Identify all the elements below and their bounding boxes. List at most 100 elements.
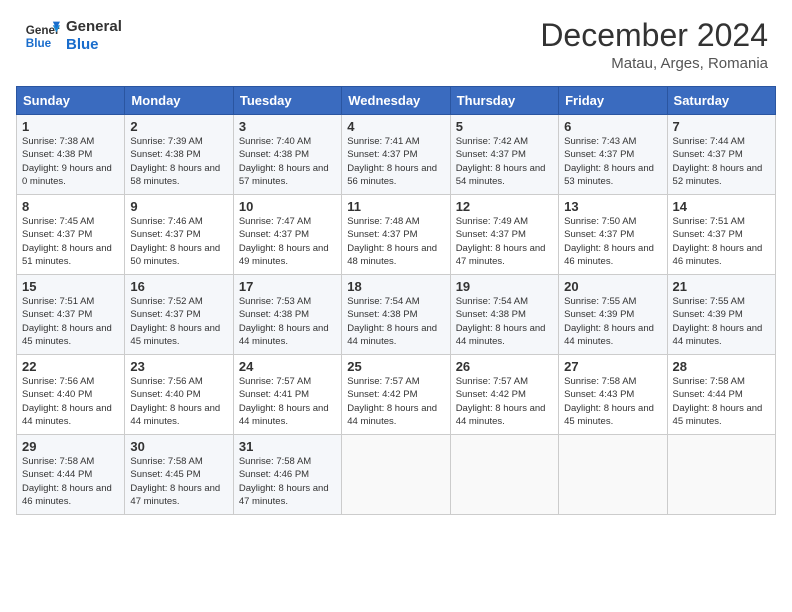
logo-general: General bbox=[66, 18, 122, 36]
logo-blue: Blue bbox=[66, 36, 122, 54]
day-number: 13 bbox=[564, 199, 661, 214]
day-info: Sunrise: 7:53 AMSunset: 4:38 PMDaylight:… bbox=[239, 295, 336, 348]
day-number: 12 bbox=[456, 199, 553, 214]
calendar: SundayMondayTuesdayWednesdayThursdayFrid… bbox=[16, 86, 776, 515]
day-info: Sunrise: 7:55 AMSunset: 4:39 PMDaylight:… bbox=[673, 295, 770, 348]
day-number: 5 bbox=[456, 119, 553, 134]
day-info: Sunrise: 7:55 AMSunset: 4:39 PMDaylight:… bbox=[564, 295, 661, 348]
day-number: 29 bbox=[22, 439, 119, 454]
day-cell: 18Sunrise: 7:54 AMSunset: 4:38 PMDayligh… bbox=[342, 275, 450, 355]
day-cell: 27Sunrise: 7:58 AMSunset: 4:43 PMDayligh… bbox=[559, 355, 667, 435]
day-info: Sunrise: 7:58 AMSunset: 4:44 PMDaylight:… bbox=[22, 455, 119, 508]
day-cell: 1Sunrise: 7:38 AMSunset: 4:38 PMDaylight… bbox=[17, 115, 125, 195]
day-cell: 14Sunrise: 7:51 AMSunset: 4:37 PMDayligh… bbox=[667, 195, 775, 275]
day-number: 26 bbox=[456, 359, 553, 374]
day-cell: 7Sunrise: 7:44 AMSunset: 4:37 PMDaylight… bbox=[667, 115, 775, 195]
day-info: Sunrise: 7:50 AMSunset: 4:37 PMDaylight:… bbox=[564, 215, 661, 268]
day-number: 9 bbox=[130, 199, 227, 214]
day-number: 4 bbox=[347, 119, 444, 134]
day-cell bbox=[450, 435, 558, 515]
day-number: 27 bbox=[564, 359, 661, 374]
subtitle: Matau, Arges, Romania bbox=[540, 55, 768, 72]
day-number: 10 bbox=[239, 199, 336, 214]
day-info: Sunrise: 7:39 AMSunset: 4:38 PMDaylight:… bbox=[130, 135, 227, 188]
day-cell: 30Sunrise: 7:58 AMSunset: 4:45 PMDayligh… bbox=[125, 435, 233, 515]
day-info: Sunrise: 7:40 AMSunset: 4:38 PMDaylight:… bbox=[239, 135, 336, 188]
week-row-5: 29Sunrise: 7:58 AMSunset: 4:44 PMDayligh… bbox=[17, 435, 776, 515]
day-cell: 22Sunrise: 7:56 AMSunset: 4:40 PMDayligh… bbox=[17, 355, 125, 435]
day-number: 2 bbox=[130, 119, 227, 134]
day-cell bbox=[667, 435, 775, 515]
svg-text:Blue: Blue bbox=[26, 37, 52, 50]
day-number: 8 bbox=[22, 199, 119, 214]
day-number: 3 bbox=[239, 119, 336, 134]
day-info: Sunrise: 7:56 AMSunset: 4:40 PMDaylight:… bbox=[130, 375, 227, 428]
day-cell: 15Sunrise: 7:51 AMSunset: 4:37 PMDayligh… bbox=[17, 275, 125, 355]
day-info: Sunrise: 7:54 AMSunset: 4:38 PMDaylight:… bbox=[456, 295, 553, 348]
day-info: Sunrise: 7:48 AMSunset: 4:37 PMDaylight:… bbox=[347, 215, 444, 268]
logo: General Blue General Blue bbox=[24, 18, 122, 54]
day-number: 22 bbox=[22, 359, 119, 374]
day-info: Sunrise: 7:58 AMSunset: 4:44 PMDaylight:… bbox=[673, 375, 770, 428]
day-number: 19 bbox=[456, 279, 553, 294]
day-cell: 21Sunrise: 7:55 AMSunset: 4:39 PMDayligh… bbox=[667, 275, 775, 355]
col-header-monday: Monday bbox=[125, 87, 233, 115]
week-row-4: 22Sunrise: 7:56 AMSunset: 4:40 PMDayligh… bbox=[17, 355, 776, 435]
day-info: Sunrise: 7:58 AMSunset: 4:45 PMDaylight:… bbox=[130, 455, 227, 508]
day-cell bbox=[559, 435, 667, 515]
header: General Blue General Blue December 2024 … bbox=[0, 0, 792, 80]
day-info: Sunrise: 7:54 AMSunset: 4:38 PMDaylight:… bbox=[347, 295, 444, 348]
col-header-thursday: Thursday bbox=[450, 87, 558, 115]
title-block: December 2024 Matau, Arges, Romania bbox=[540, 18, 768, 72]
day-cell: 8Sunrise: 7:45 AMSunset: 4:37 PMDaylight… bbox=[17, 195, 125, 275]
day-info: Sunrise: 7:58 AMSunset: 4:46 PMDaylight:… bbox=[239, 455, 336, 508]
day-info: Sunrise: 7:47 AMSunset: 4:37 PMDaylight:… bbox=[239, 215, 336, 268]
day-info: Sunrise: 7:57 AMSunset: 4:42 PMDaylight:… bbox=[347, 375, 444, 428]
logo-icon: General Blue bbox=[24, 18, 60, 54]
day-cell: 19Sunrise: 7:54 AMSunset: 4:38 PMDayligh… bbox=[450, 275, 558, 355]
day-number: 17 bbox=[239, 279, 336, 294]
day-cell: 13Sunrise: 7:50 AMSunset: 4:37 PMDayligh… bbox=[559, 195, 667, 275]
day-number: 6 bbox=[564, 119, 661, 134]
day-info: Sunrise: 7:57 AMSunset: 4:41 PMDaylight:… bbox=[239, 375, 336, 428]
day-cell: 26Sunrise: 7:57 AMSunset: 4:42 PMDayligh… bbox=[450, 355, 558, 435]
day-info: Sunrise: 7:43 AMSunset: 4:37 PMDaylight:… bbox=[564, 135, 661, 188]
week-row-2: 8Sunrise: 7:45 AMSunset: 4:37 PMDaylight… bbox=[17, 195, 776, 275]
day-cell: 9Sunrise: 7:46 AMSunset: 4:37 PMDaylight… bbox=[125, 195, 233, 275]
day-cell: 24Sunrise: 7:57 AMSunset: 4:41 PMDayligh… bbox=[233, 355, 341, 435]
day-info: Sunrise: 7:46 AMSunset: 4:37 PMDaylight:… bbox=[130, 215, 227, 268]
day-number: 7 bbox=[673, 119, 770, 134]
day-cell: 6Sunrise: 7:43 AMSunset: 4:37 PMDaylight… bbox=[559, 115, 667, 195]
day-number: 15 bbox=[22, 279, 119, 294]
day-cell: 10Sunrise: 7:47 AMSunset: 4:37 PMDayligh… bbox=[233, 195, 341, 275]
page: General Blue General Blue December 2024 … bbox=[0, 0, 792, 612]
day-number: 23 bbox=[130, 359, 227, 374]
col-header-tuesday: Tuesday bbox=[233, 87, 341, 115]
day-number: 24 bbox=[239, 359, 336, 374]
day-cell: 25Sunrise: 7:57 AMSunset: 4:42 PMDayligh… bbox=[342, 355, 450, 435]
day-info: Sunrise: 7:42 AMSunset: 4:37 PMDaylight:… bbox=[456, 135, 553, 188]
col-header-sunday: Sunday bbox=[17, 87, 125, 115]
day-number: 31 bbox=[239, 439, 336, 454]
day-cell: 11Sunrise: 7:48 AMSunset: 4:37 PMDayligh… bbox=[342, 195, 450, 275]
day-number: 18 bbox=[347, 279, 444, 294]
day-cell: 3Sunrise: 7:40 AMSunset: 4:38 PMDaylight… bbox=[233, 115, 341, 195]
day-cell: 4Sunrise: 7:41 AMSunset: 4:37 PMDaylight… bbox=[342, 115, 450, 195]
day-number: 11 bbox=[347, 199, 444, 214]
day-cell: 2Sunrise: 7:39 AMSunset: 4:38 PMDaylight… bbox=[125, 115, 233, 195]
day-number: 30 bbox=[130, 439, 227, 454]
day-info: Sunrise: 7:51 AMSunset: 4:37 PMDaylight:… bbox=[22, 295, 119, 348]
week-row-3: 15Sunrise: 7:51 AMSunset: 4:37 PMDayligh… bbox=[17, 275, 776, 355]
day-cell: 29Sunrise: 7:58 AMSunset: 4:44 PMDayligh… bbox=[17, 435, 125, 515]
day-info: Sunrise: 7:56 AMSunset: 4:40 PMDaylight:… bbox=[22, 375, 119, 428]
day-cell: 17Sunrise: 7:53 AMSunset: 4:38 PMDayligh… bbox=[233, 275, 341, 355]
day-number: 20 bbox=[564, 279, 661, 294]
day-number: 28 bbox=[673, 359, 770, 374]
col-header-wednesday: Wednesday bbox=[342, 87, 450, 115]
day-info: Sunrise: 7:58 AMSunset: 4:43 PMDaylight:… bbox=[564, 375, 661, 428]
day-cell: 23Sunrise: 7:56 AMSunset: 4:40 PMDayligh… bbox=[125, 355, 233, 435]
day-cell: 16Sunrise: 7:52 AMSunset: 4:37 PMDayligh… bbox=[125, 275, 233, 355]
day-info: Sunrise: 7:57 AMSunset: 4:42 PMDaylight:… bbox=[456, 375, 553, 428]
day-cell: 12Sunrise: 7:49 AMSunset: 4:37 PMDayligh… bbox=[450, 195, 558, 275]
day-info: Sunrise: 7:45 AMSunset: 4:37 PMDaylight:… bbox=[22, 215, 119, 268]
